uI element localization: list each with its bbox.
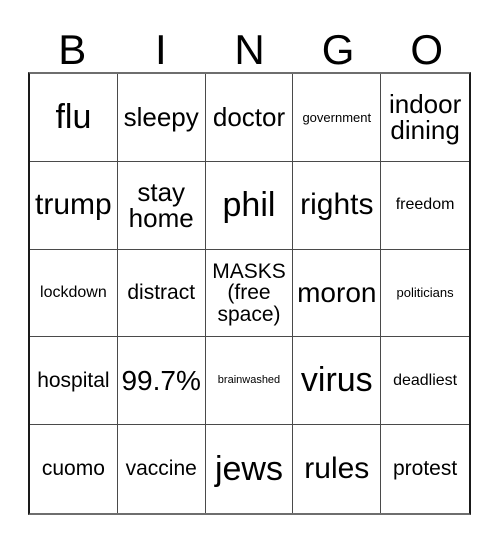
bingo-cell-label: sleepy <box>123 102 199 133</box>
bingo-cell[interactable]: MASKS (free space) <box>205 249 294 338</box>
bingo-header-letter-i: I <box>155 26 167 73</box>
bingo-cell[interactable]: distract <box>117 249 206 338</box>
bingo-cell[interactable]: 99.7% <box>117 337 206 426</box>
bingo-cell[interactable]: moron <box>293 249 382 338</box>
bingo-cell-label: politicians <box>396 285 454 301</box>
bingo-cell[interactable]: indoor dining <box>381 74 469 162</box>
bingo-cell-label: indoor dining <box>388 88 462 146</box>
bingo-cell-label: stay home <box>128 176 194 234</box>
bingo-cell-label: doctor <box>212 102 286 133</box>
bingo-cell-label: MASKS (free space) <box>212 259 286 326</box>
bingo-cell[interactable]: hospital <box>30 337 118 426</box>
bingo-cell-label: freedom <box>395 196 455 214</box>
bingo-cell-label: government <box>302 109 372 125</box>
bingo-header-letter-g: G <box>321 26 355 73</box>
bingo-cell[interactable]: phil <box>205 161 294 250</box>
bingo-cell-label: protest <box>392 457 458 481</box>
bingo-cell[interactable]: trump <box>30 161 118 250</box>
bingo-header: B I N G O <box>28 18 471 72</box>
bingo-cell[interactable]: vaccine <box>117 425 206 513</box>
bingo-cell[interactable]: protest <box>381 425 469 513</box>
bingo-cell-label: vaccine <box>125 457 197 481</box>
bingo-card: B I N G O flu sleepy doctor government indoo… <box>0 0 500 544</box>
bingo-grid: flu sleepy doctor government indoor dining tr… <box>28 72 471 515</box>
bingo-cell[interactable]: rights <box>293 161 382 250</box>
bingo-cell[interactable]: freedom <box>381 161 469 250</box>
bingo-cell[interactable]: lockdown <box>30 249 118 338</box>
bingo-cell[interactable]: stay home <box>117 161 206 250</box>
bingo-cell[interactable]: doctor <box>205 74 294 162</box>
bingo-cell-label: flu <box>55 98 92 137</box>
bingo-cell[interactable]: flu <box>30 74 118 162</box>
bingo-cell-label: phil <box>222 185 276 224</box>
bingo-cell-label: trump <box>35 187 112 221</box>
bingo-cell-label: moron <box>297 276 377 308</box>
bingo-header-letter-n: N <box>234 26 265 73</box>
bingo-cell[interactable]: jews <box>205 425 294 513</box>
bingo-cell-label: jews <box>214 449 283 488</box>
bingo-header-letter-o: O <box>410 26 443 73</box>
bingo-cell-label: hospital <box>37 369 110 393</box>
bingo-cell-label: distract <box>127 281 196 305</box>
bingo-cell[interactable]: politicians <box>381 249 469 338</box>
bingo-cell-label: rules <box>304 451 370 485</box>
bingo-cell-label: 99.7% <box>121 364 201 396</box>
bingo-cell[interactable]: rules <box>293 425 382 513</box>
bingo-cell-label: brainwashed <box>217 374 281 387</box>
bingo-cell[interactable]: sleepy <box>117 74 206 162</box>
bingo-cell-label: rights <box>300 187 374 221</box>
bingo-cell[interactable]: cuomo <box>30 425 118 513</box>
bingo-cell[interactable]: deadliest <box>381 337 469 426</box>
bingo-cell-label: cuomo <box>41 457 105 481</box>
bingo-header-letter-b: B <box>58 26 87 73</box>
bingo-cell-label: deadliest <box>393 371 458 389</box>
bingo-cell[interactable]: virus <box>293 337 382 426</box>
bingo-cell[interactable]: brainwashed <box>205 337 294 426</box>
bingo-cell-label: virus <box>300 361 373 400</box>
bingo-cell-label: lockdown <box>40 283 107 301</box>
bingo-cell[interactable]: government <box>293 74 382 162</box>
